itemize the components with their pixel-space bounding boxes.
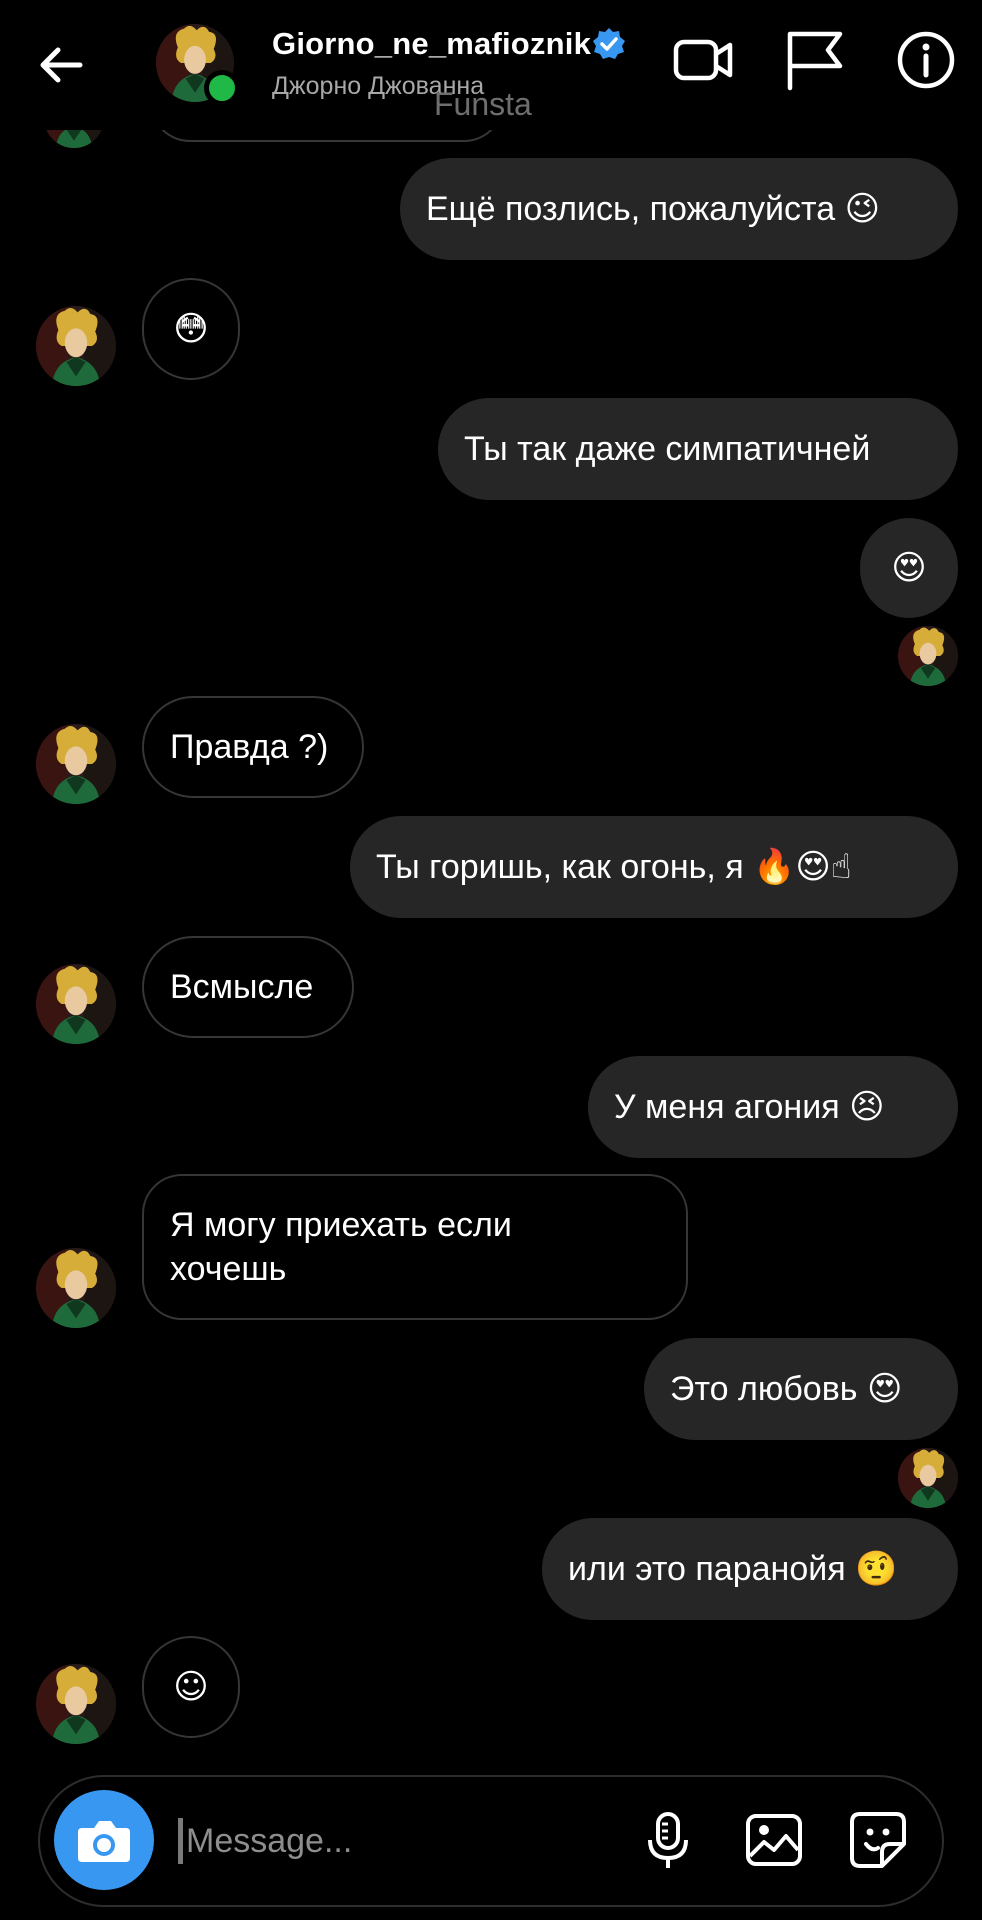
sender-avatar[interactable] (36, 1664, 116, 1744)
message-incoming[interactable]: Правда ?) (142, 696, 364, 798)
info-icon[interactable] (894, 28, 958, 92)
message-outgoing[interactable]: Ещё позлись, пожалуйста 😉 (400, 158, 958, 260)
flag-icon[interactable] (782, 28, 846, 92)
overlay-label: Funsta (434, 86, 532, 122)
message-emoji: 😉 (844, 189, 881, 229)
message-outgoing[interactable]: Ты так даже симпатичней (438, 398, 958, 500)
text-caret (178, 1818, 183, 1864)
message-emoji: 🤨 (855, 1549, 898, 1589)
sender-avatar[interactable] (36, 306, 116, 386)
message-text: Ты так даже симпатичней (464, 430, 871, 468)
message-emoji: 😍 (866, 1369, 903, 1409)
message-incoming[interactable]: ☺ (142, 1636, 240, 1738)
sender-avatar[interactable] (36, 1248, 116, 1328)
message-emoji: 🔥😍☝ (753, 847, 852, 887)
sender-avatar[interactable] (36, 724, 116, 804)
video-call-icon[interactable] (672, 28, 736, 92)
sticker-icon[interactable] (846, 1808, 910, 1872)
message-text: Это любовь (670, 1370, 858, 1408)
message-outgoing[interactable]: 😍 (860, 518, 958, 618)
message-text: Ты горишь, как огонь, я (376, 848, 744, 886)
online-indicator (204, 70, 240, 106)
seen-avatar (898, 1448, 958, 1508)
message-text-line: Я могу приехать если (170, 1206, 512, 1244)
message-emoji: ☺ (173, 1667, 209, 1707)
message-text: Правда ?) (170, 728, 329, 766)
gallery-icon[interactable] (742, 1808, 806, 1872)
message-emoji: 😣 (849, 1087, 885, 1127)
camera-icon (78, 1821, 130, 1862)
message-outgoing[interactable]: У меня агония 😣 (588, 1056, 958, 1158)
message-incoming[interactable]: Всмысле (142, 936, 354, 1038)
username[interactable]: Giorno_ne_mafioznik (272, 26, 591, 62)
message-emoji: 😍 (891, 548, 927, 588)
message-emoji: 😳 (173, 309, 209, 349)
message-text: У меня агония (614, 1088, 840, 1126)
message-composer (38, 1775, 944, 1907)
back-arrow-icon[interactable] (36, 40, 86, 90)
message-text: Всмысле (170, 968, 314, 1006)
message-outgoing[interactable]: или это паранойя 🤨 (542, 1518, 958, 1620)
message-incoming[interactable]: 😳 (142, 278, 240, 380)
seen-avatar (898, 626, 958, 686)
message-text: Ещё позлись, пожалуйста (426, 190, 836, 228)
message-input[interactable]: Message... (186, 1818, 352, 1864)
verified-badge-icon (593, 28, 625, 59)
microphone-icon[interactable] (636, 1808, 700, 1872)
message-incoming[interactable]: Я могу приехать если хочешь (142, 1174, 688, 1320)
sender-avatar[interactable] (36, 964, 116, 1044)
message-text-line: хочешь (170, 1250, 287, 1288)
message-text: или это паранойя (568, 1550, 846, 1588)
message-outgoing[interactable]: Ты горишь, как огонь, я 🔥😍☝ (350, 816, 958, 918)
camera-button[interactable] (54, 1790, 154, 1890)
message-outgoing[interactable]: Это любовь 😍 (644, 1338, 958, 1440)
